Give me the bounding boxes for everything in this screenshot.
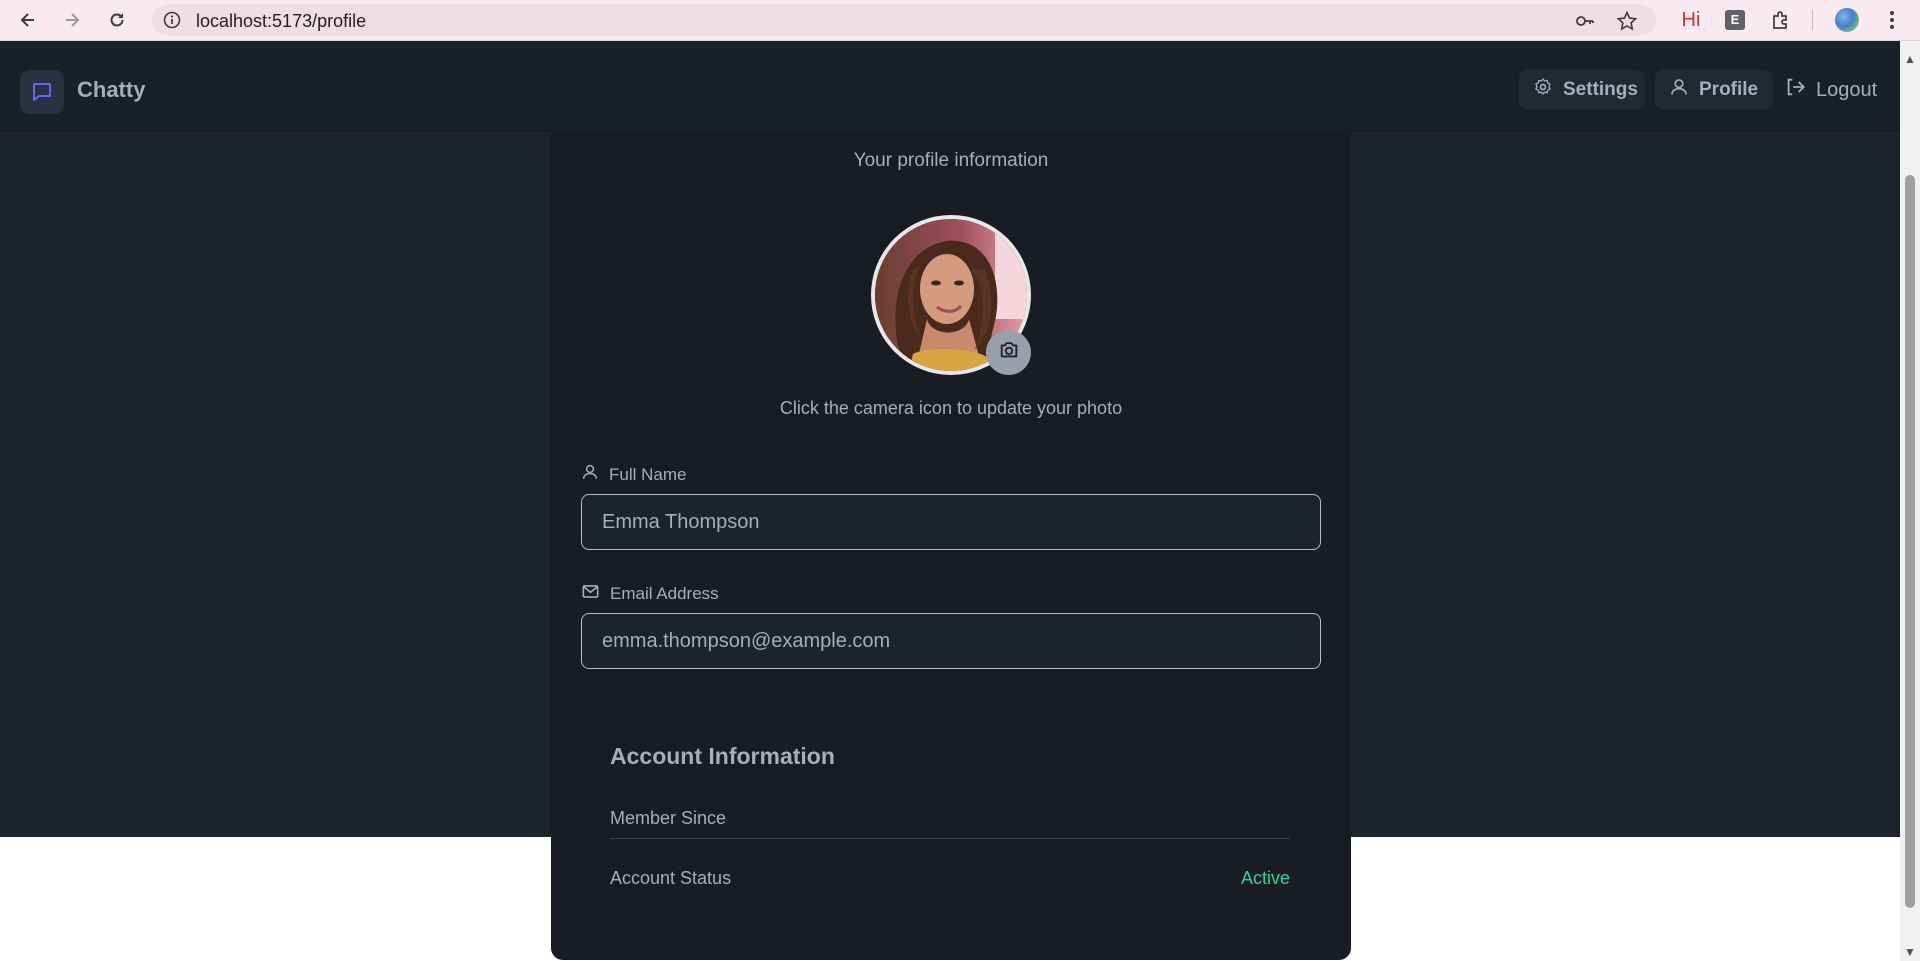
divider bbox=[610, 838, 1290, 839]
extensions-puzzle-icon[interactable] bbox=[1769, 7, 1793, 33]
email-label: Email Address bbox=[581, 582, 719, 606]
mail-icon bbox=[581, 582, 600, 606]
bookmark-star-icon[interactable] bbox=[1616, 10, 1638, 32]
browser-menu-icon[interactable] bbox=[1882, 7, 1902, 33]
profile-button[interactable]: Profile bbox=[1655, 70, 1773, 110]
address-bar[interactable]: localhost:5173/profile bbox=[152, 4, 1656, 36]
full-name-field[interactable]: Emma Thompson bbox=[581, 494, 1321, 550]
account-status-label: Account Status bbox=[610, 868, 732, 888]
site-info-icon[interactable] bbox=[162, 10, 182, 30]
profile-subtitle: Your profile information bbox=[853, 150, 1049, 171]
logout-label: Logout bbox=[1816, 78, 1878, 101]
e-extension-icon[interactable]: E bbox=[1724, 7, 1746, 33]
change-photo-button[interactable] bbox=[986, 330, 1031, 375]
back-icon[interactable] bbox=[14, 6, 42, 34]
url-text: localhost:5173/profile bbox=[196, 11, 367, 31]
forward-icon[interactable] bbox=[58, 6, 86, 34]
full-name-label: Full Name bbox=[581, 463, 686, 486]
profile-avatar-icon[interactable] bbox=[1834, 7, 1860, 33]
chatty-logo-icon[interactable] bbox=[20, 70, 64, 114]
scroll-down-icon[interactable]: ▼ bbox=[1903, 945, 1917, 959]
user-icon bbox=[1669, 77, 1689, 103]
email-field[interactable]: emma.thompson@example.com bbox=[581, 613, 1321, 669]
app-name[interactable]: Chatty bbox=[77, 77, 145, 103]
user-icon bbox=[581, 463, 599, 486]
toolbar-divider bbox=[1812, 10, 1813, 30]
scroll-up-icon[interactable]: ▲ bbox=[1903, 52, 1917, 66]
profile-label: Profile bbox=[1699, 79, 1759, 100]
reload-icon[interactable] bbox=[103, 6, 131, 34]
browser-toolbar: localhost:5173/profile Hi E bbox=[0, 0, 1920, 41]
settings-label: Settings bbox=[1563, 79, 1638, 100]
logout-icon bbox=[1784, 76, 1806, 104]
camera-icon bbox=[998, 339, 1020, 366]
photo-hint: Click the camera icon to update your pho… bbox=[779, 398, 1123, 418]
member-since-label: Member Since bbox=[610, 808, 727, 828]
settings-button[interactable]: Settings bbox=[1519, 70, 1645, 110]
scrollbar-thumb[interactable] bbox=[1905, 175, 1915, 908]
logout-button[interactable]: Logout bbox=[1770, 70, 1898, 110]
status-badge: Active bbox=[1240, 868, 1290, 888]
account-info-title: Account Information bbox=[610, 743, 835, 769]
password-key-icon[interactable] bbox=[1574, 10, 1596, 32]
hi-extension-icon[interactable]: Hi bbox=[1680, 7, 1702, 33]
gear-icon bbox=[1533, 77, 1553, 103]
